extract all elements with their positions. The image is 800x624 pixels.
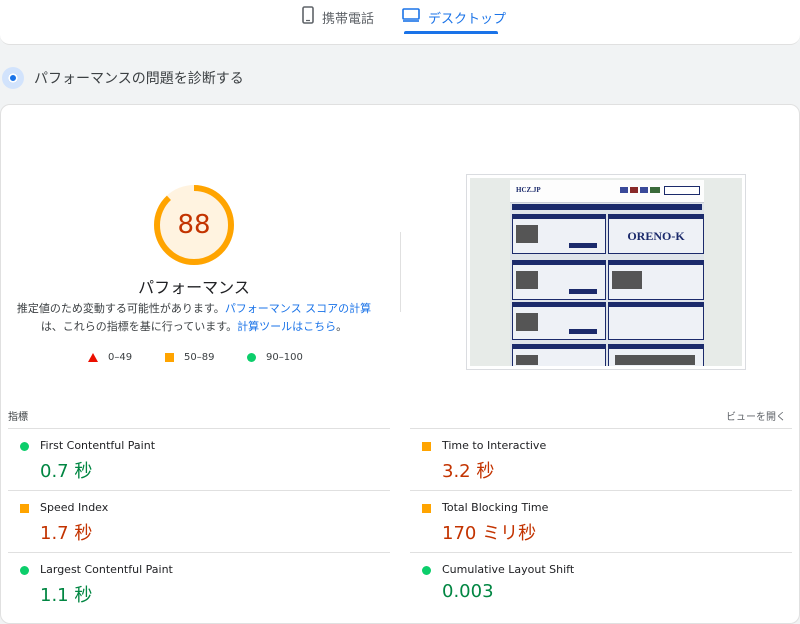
- metric-name: Speed Index: [40, 501, 109, 514]
- screenshot-panel: [608, 344, 704, 366]
- metric-name: Largest Contentful Paint: [40, 563, 173, 576]
- desc-text-2: は、これらの指標を基に行っています。: [40, 320, 238, 333]
- screenshot-headline-panel: ORENO-K: [608, 214, 704, 254]
- legend-average: 50–89: [165, 352, 214, 363]
- metric-value: 170 ミリ秒: [442, 523, 537, 544]
- metric-value: 3.2 秒: [442, 461, 495, 482]
- square-icon: [165, 353, 174, 362]
- screenshot-nav-buttons: [620, 187, 660, 193]
- metric-value: 0.003: [442, 581, 494, 602]
- performance-score: 88: [177, 210, 211, 240]
- pass-indicator-icon: [20, 566, 29, 575]
- screenshot-site-header: HCZ.JP: [510, 180, 704, 203]
- metric-tti: Time to Interactive 3.2 秒: [410, 428, 792, 491]
- screenshot-site: HCZ.JP ORENO-K: [510, 180, 704, 366]
- circle-icon: [247, 353, 256, 362]
- metric-value: 0.7 秒: [40, 461, 93, 482]
- screenshot-search-box: [664, 186, 700, 195]
- metric-value: 1.1 秒: [40, 585, 93, 606]
- page-screenshot: HCZ.JP ORENO-K: [470, 178, 742, 366]
- tab-mobile-label: 携帯電話: [322, 11, 375, 27]
- screenshot-headline: ORENO-K: [627, 229, 685, 243]
- legend-average-range: 50–89: [184, 352, 215, 363]
- metrics-header: 指標: [8, 412, 28, 423]
- screenshot-panel: [512, 302, 606, 340]
- metric-speed-index: Speed Index 1.7 秒: [8, 490, 390, 553]
- diagnose-icon: [2, 67, 24, 89]
- average-indicator-icon: [422, 442, 431, 451]
- metric-name: Total Blocking Time: [442, 501, 549, 514]
- average-indicator-icon: [20, 504, 29, 513]
- tab-desktop-label: デスクトップ: [428, 11, 507, 27]
- tab-mobile[interactable]: 携帯電話: [302, 0, 374, 34]
- screenshot-menu-bar: [512, 204, 702, 210]
- screenshot-panel: [512, 344, 606, 366]
- score-calc-link[interactable]: パフォーマンス スコアの計算: [225, 302, 371, 315]
- screenshot-panel: [512, 260, 606, 300]
- screenshot-panel: [608, 260, 704, 300]
- triangle-icon: [88, 353, 98, 362]
- metric-lcp: Largest Contentful Paint 1.1 秒: [8, 552, 390, 615]
- metric-tbt: Total Blocking Time 170 ミリ秒: [410, 490, 792, 553]
- vertical-divider: [400, 232, 401, 312]
- expand-view-toggle[interactable]: ビューを開く: [726, 408, 786, 423]
- section-title: パフォーマンスの問題を診断する: [34, 71, 244, 87]
- calculator-link[interactable]: 計算ツールはこちら: [237, 320, 336, 333]
- performance-description: 推定値のため変動する可能性があります。パフォーマンス スコアの計算 は、これらの…: [0, 300, 388, 336]
- device-tab-bar: 携帯電話 デスクトップ: [0, 0, 800, 45]
- metric-value: 1.7 秒: [40, 523, 93, 544]
- desc-text-end: 。: [336, 320, 348, 333]
- tab-active-indicator: [404, 31, 498, 34]
- phone-icon: [302, 6, 314, 28]
- legend-pass-range: 90–100: [266, 352, 303, 363]
- desc-text-1: 推定値のため変動する可能性があります。: [16, 302, 225, 315]
- performance-label: パフォーマンス: [138, 278, 250, 297]
- legend-fail: 0–49: [88, 352, 132, 363]
- metric-name: Cumulative Layout Shift: [442, 563, 575, 576]
- pass-indicator-icon: [422, 566, 431, 575]
- monitor-icon: [402, 8, 420, 26]
- metric-name: Time to Interactive: [442, 439, 547, 452]
- screenshot-site-logo: HCZ.JP: [516, 186, 541, 194]
- section-header: パフォーマンスの問題を診断する: [0, 64, 244, 92]
- legend-pass: 90–100: [247, 352, 303, 363]
- average-indicator-icon: [422, 504, 431, 513]
- screenshot-panel: [608, 302, 704, 340]
- metric-name: First Contentful Paint: [40, 439, 156, 452]
- metric-cls: Cumulative Layout Shift 0.003: [410, 552, 792, 615]
- tab-desktop[interactable]: デスクトップ: [402, 0, 506, 34]
- legend-fail-range: 0–49: [108, 352, 133, 363]
- metric-fcp: First Contentful Paint 0.7 秒: [8, 428, 390, 491]
- screenshot-panel: [512, 214, 606, 254]
- pass-indicator-icon: [20, 442, 29, 451]
